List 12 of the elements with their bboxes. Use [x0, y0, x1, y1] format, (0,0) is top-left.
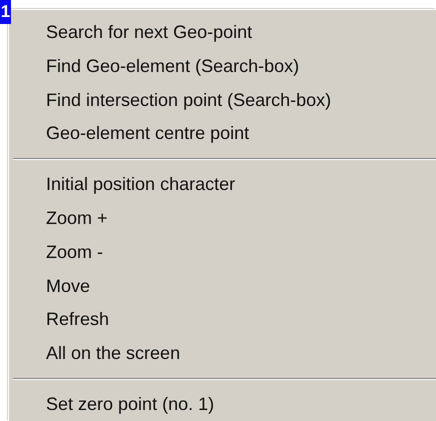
menu-item[interactable]: Search for next Geo-point — [9, 16, 436, 50]
menu-item[interactable]: Zoom + — [9, 202, 436, 236]
menu-item[interactable]: Geo-element centre point — [9, 117, 436, 152]
menu-item[interactable]: Set zero point (no. 1) — [9, 388, 436, 421]
menu-item[interactable]: All on the screen — [9, 337, 436, 371]
menu-item[interactable]: Find Geo-element (Search-box) — [9, 50, 436, 84]
menu-item[interactable]: Zoom - — [9, 236, 436, 270]
menu-item[interactable]: Move — [9, 270, 436, 304]
step-number: 1 — [0, 0, 11, 24]
menu-item[interactable]: Initial position character — [9, 168, 436, 202]
menu-item[interactable]: Refresh — [9, 303, 436, 338]
menu-item[interactable]: Find intersection point (Search-box) — [9, 84, 436, 118]
